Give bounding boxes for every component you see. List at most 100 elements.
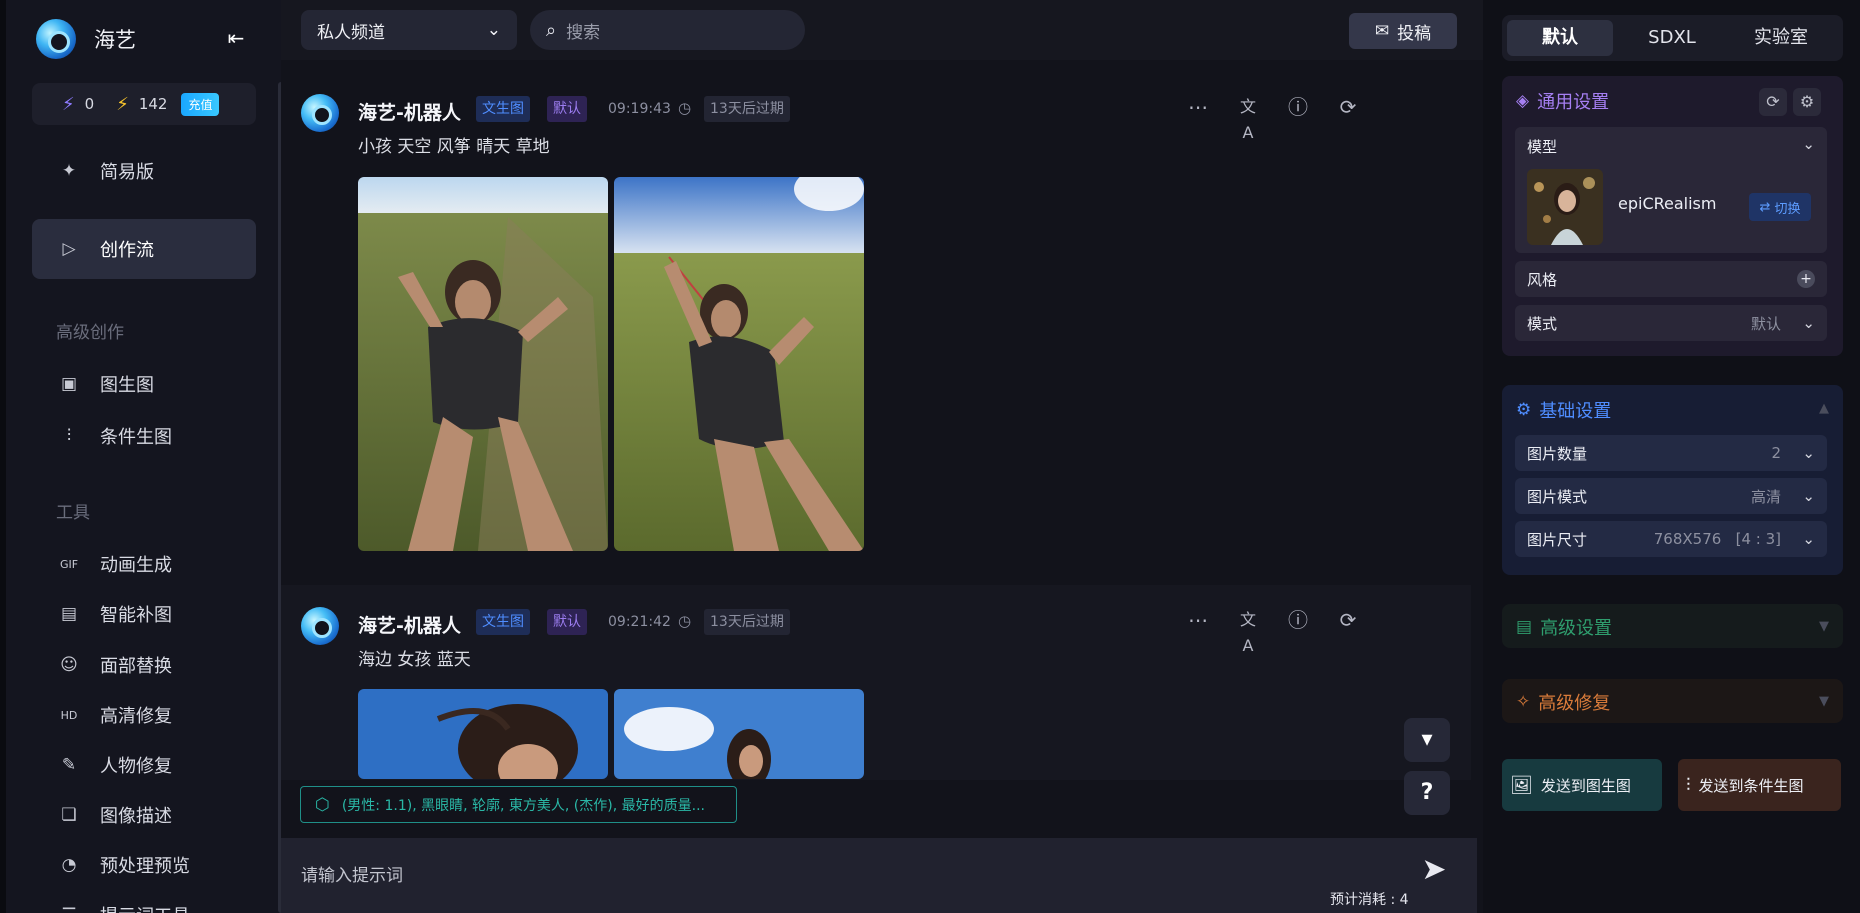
translate-icon[interactable]: 文A — [1235, 94, 1261, 142]
add-icon[interactable]: + — [1797, 270, 1815, 288]
more-icon[interactable]: ⋯ — [1185, 607, 1211, 633]
settings-panel: 默认 SDXL 实验室 ◈ 通用设置 ⟳ ⚙ 模型 ⌄ epiCRealism … — [1483, 0, 1860, 913]
sidebar-item-prompt-tool[interactable]: ☰ 提示词工具 — [32, 893, 256, 913]
sidebar-item-flow[interactable]: ▷ 创作流 — [32, 219, 256, 279]
image-count-row[interactable]: 图片数量 2 ⌄ — [1515, 435, 1827, 471]
timer-icon: ◷ — [678, 99, 692, 117]
energy-count: 0 — [84, 95, 95, 113]
image-mode-label: 图片模式 — [1527, 487, 1588, 506]
refresh-icon[interactable]: ⟳ — [1335, 94, 1361, 120]
question-icon[interactable]: ? — [1404, 771, 1450, 815]
alert-icon[interactable]: ⓘ — [1285, 607, 1311, 633]
sidebar-item-label: 高清修复 — [100, 706, 172, 727]
sidebar-item-label: 提示词工具 — [100, 902, 190, 913]
sparkle-icon: ✦ — [61, 161, 77, 181]
image-size-row[interactable]: 图片尺寸 768X576 [4 : 3] ⌄ — [1515, 521, 1827, 557]
basic-settings-card: ⚙ 基础设置 ▲ 图片数量 2 ⌄ 图片模式 高清 ⌄ 图片尺寸 768X576… — [1502, 385, 1843, 575]
prompt-input-area: ➤ 预计消耗 : 4 — [281, 838, 1477, 913]
advanced-repair-title: ✧ 高级修复 — [1516, 689, 1610, 715]
sidebar-item-label: 条件生图 — [100, 427, 172, 448]
basic-settings-title[interactable]: ⚙ 基础设置 — [1516, 397, 1611, 423]
channel-select-value: 私人频道 — [317, 22, 385, 43]
submit-button[interactable]: ✉ 投稿 — [1349, 13, 1457, 49]
sidebar-item-controlnet[interactable]: ⫶ 条件生图 — [32, 414, 256, 458]
model-label: 模型 — [1527, 138, 1558, 156]
sidebar-item-inpaint[interactable]: ▤ 智能补图 — [32, 592, 256, 636]
refresh-icon[interactable]: ⟳ — [1759, 88, 1787, 116]
sidebar-item-hd[interactable]: HD 高清修复 — [32, 693, 256, 737]
submit-label: 投稿 — [1397, 23, 1432, 44]
sidebar: 海艺 ⇤ ⚡ 0 ⚡ 142 充值 ✦ 简易版 ▷ 创作流 高级创作 ▣ 图生图 — [0, 0, 284, 913]
search-box[interactable]: ⌕ 搜索 — [530, 10, 805, 50]
image-icon: ▣ — [60, 374, 78, 394]
tag-default: 默认 — [547, 96, 587, 122]
model-thumbnail — [1527, 169, 1603, 245]
tab-lab[interactable]: 实验室 — [1728, 20, 1834, 56]
message-feed[interactable]: 海艺-机器人 文生图 默认 09:19:43 ◷ 13天后过期 ⋯ 文A ⓘ ⟳… — [281, 60, 1471, 780]
advanced-repair-card[interactable]: ✧ 高级修复 ▼ — [1502, 679, 1843, 723]
chevron-down-icon[interactable]: ⌄ — [1802, 135, 1815, 153]
lightning-stat: ⚡ 142 — [116, 94, 167, 115]
brand-name: 海艺 — [94, 28, 136, 52]
sidebar-item-preprocess[interactable]: ◔ 预处理预览 — [32, 843, 256, 887]
chevron-down-icon: ⌄ — [486, 20, 501, 40]
lightning-count: 142 — [138, 95, 168, 113]
sidebar-item-animation[interactable]: GIF 动画生成 — [32, 542, 256, 586]
prompt-text: 海边 女孩 蓝天 — [358, 650, 471, 670]
chevron-up-icon[interactable]: ▲ — [1819, 401, 1829, 416]
sidebar-item-img2img[interactable]: ▣ 图生图 — [32, 362, 256, 406]
generated-image[interactable] — [358, 689, 608, 779]
translate-icon[interactable]: 文A — [1235, 607, 1261, 655]
send-to-controlnet-button[interactable]: ⫶ 发送到条件生图 — [1678, 759, 1841, 811]
refresh-icon[interactable]: ⟳ — [1335, 607, 1361, 633]
bot-name: 海艺-机器人 — [358, 615, 461, 637]
image-mode-row[interactable]: 图片模式 高清 ⌄ — [1515, 478, 1827, 514]
prompt-suggestion-chip[interactable]: ⬡ (男性: 1.1), 黑眼睛, 轮廓, 東方美人, (杰作), 最好的质量.… — [300, 786, 737, 823]
alert-icon[interactable]: ⓘ — [1285, 94, 1311, 120]
prompt-tool-icon: ☰ — [58, 905, 80, 913]
tab-sdxl[interactable]: SDXL — [1619, 20, 1725, 56]
bot-avatar — [301, 94, 339, 132]
scroll-down-button[interactable]: ▾ — [1404, 718, 1450, 762]
mode-tabs: 默认 SDXL 实验室 — [1502, 15, 1843, 61]
stats-bar: ⚡ 0 ⚡ 142 充值 — [32, 83, 256, 125]
send-to-img2img-button[interactable]: 🖼 发送到图生图 — [1502, 759, 1662, 811]
generated-image[interactable] — [614, 177, 864, 551]
sidebar-item-label: 动画生成 — [100, 555, 172, 576]
magic-wand-icon: ✧ — [1516, 692, 1531, 712]
send-icon[interactable]: ➤ — [1416, 852, 1452, 888]
style-row[interactable]: 风格 + — [1515, 261, 1827, 297]
recharge-button[interactable]: 充值 — [181, 92, 220, 116]
generated-image[interactable] — [614, 689, 864, 779]
brand[interactable]: 海艺 — [36, 18, 136, 60]
inpaint-icon: ▤ — [60, 604, 78, 624]
tab-default[interactable]: 默认 — [1507, 20, 1613, 56]
search-icon: ⌕ — [546, 19, 557, 41]
collapse-left-icon[interactable]: ⇤ — [224, 26, 248, 50]
sidebar-item-describe[interactable]: ❏ 图像描述 — [32, 793, 256, 837]
sidebar-item-faceswap[interactable]: ☺ 面部替换 — [32, 643, 256, 687]
sidebar-item-label: 图生图 — [100, 375, 154, 396]
channel-select[interactable]: 私人频道 ⌄ — [301, 10, 517, 50]
sidebar-item-simple[interactable]: ✦ 简易版 — [32, 149, 256, 193]
send-to-controlnet-label: 发送到条件生图 — [1698, 776, 1804, 795]
general-settings-title[interactable]: ◈ 通用设置 — [1516, 88, 1609, 114]
sidebar-item-label: 图像描述 — [100, 806, 172, 827]
bot-avatar — [301, 607, 339, 645]
section-tools: 工具 — [56, 503, 90, 523]
advanced-settings-card[interactable]: ▤ 高级设置 ▼ — [1502, 604, 1843, 648]
cube-icon: ◈ — [1516, 91, 1530, 111]
mode-label: 模式 — [1527, 314, 1558, 333]
prompt-input[interactable] — [301, 858, 1301, 894]
search-input[interactable]: 搜索 — [566, 18, 600, 43]
mode-row[interactable]: 模式 默认 ⌄ — [1515, 305, 1827, 341]
image-size-value: 768X576 [4 : 3] — [1653, 530, 1781, 548]
model-selector[interactable]: 模型 ⌄ epiCRealism ⇄ 切换 — [1515, 127, 1827, 253]
sidebar-item-person-fix[interactable]: ✎ 人物修复 — [32, 743, 256, 787]
image-icon: 🖼 — [1510, 774, 1533, 796]
switch-model-button[interactable]: ⇄ 切换 — [1749, 193, 1811, 221]
generated-image[interactable] — [358, 177, 608, 551]
wrench-icon: ✎ — [61, 755, 77, 775]
more-icon[interactable]: ⋯ — [1185, 94, 1211, 120]
gear-icon[interactable]: ⚙ — [1793, 88, 1821, 116]
